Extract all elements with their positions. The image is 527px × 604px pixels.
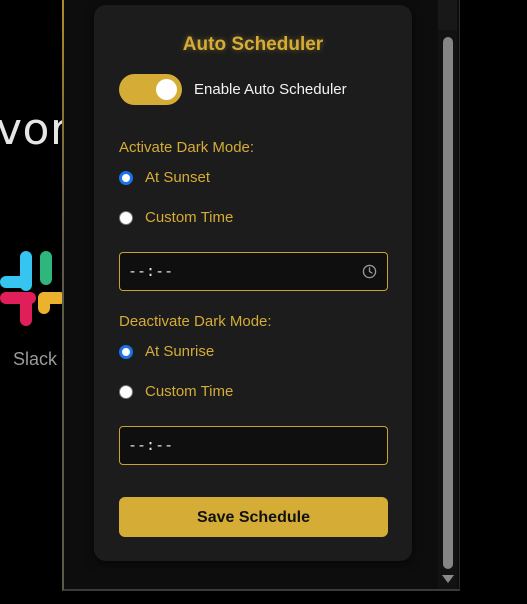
- activate-at-sunset-radio[interactable]: [119, 171, 133, 185]
- extension-popup: Auto Scheduler Enable Auto Scheduler Act…: [62, 0, 460, 591]
- activate-custom-time-radio[interactable]: [119, 211, 133, 225]
- deactivate-section-label: Deactivate Dark Mode:: [119, 313, 272, 330]
- enable-scheduler-toggle[interactable]: [119, 74, 182, 105]
- deactivate-time-value: --:--: [128, 436, 174, 454]
- deactivate-at-sunrise-label: At Sunrise: [145, 343, 215, 360]
- popup-scrollbar[interactable]: [438, 0, 457, 589]
- activate-custom-time-label: Custom Time: [145, 209, 234, 226]
- activate-at-sunset-label: At Sunset: [145, 169, 211, 186]
- scrollbar-thumb[interactable]: [443, 37, 453, 569]
- deactivate-time-input[interactable]: --:--: [119, 426, 388, 465]
- toggle-knob: [156, 79, 177, 100]
- scheduler-card: Auto Scheduler Enable Auto Scheduler Act…: [94, 5, 412, 561]
- background-app-label: Slack: [13, 349, 58, 369]
- scheduler-title: Auto Scheduler: [182, 34, 324, 55]
- scrollbar-track-top: [438, 0, 457, 30]
- deactivate-custom-time-label: Custom Time: [145, 383, 234, 400]
- activate-time-value: --:--: [128, 262, 174, 280]
- save-schedule-button[interactable]: Save Schedule: [119, 497, 388, 537]
- enable-scheduler-label: Enable Auto Scheduler: [194, 81, 347, 98]
- deactivate-custom-time-radio[interactable]: [119, 385, 133, 399]
- activate-section-label: Activate Dark Mode:: [119, 139, 255, 156]
- slack-logo-icon[interactable]: [0, 248, 66, 328]
- activate-time-input[interactable]: --:--: [119, 252, 388, 291]
- chevron-down-icon[interactable]: [442, 575, 454, 583]
- clock-icon[interactable]: [362, 264, 377, 279]
- deactivate-at-sunrise-radio[interactable]: [119, 345, 133, 359]
